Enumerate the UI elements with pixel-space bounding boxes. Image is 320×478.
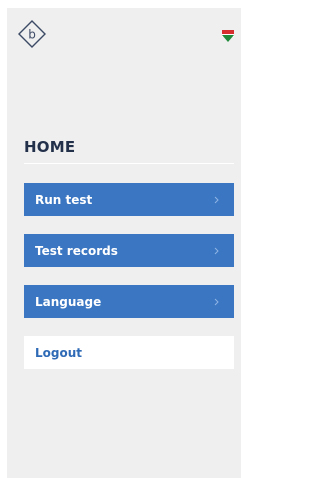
chevron-right-icon: [214, 298, 219, 305]
chevron-right-icon: [214, 247, 219, 254]
language-button[interactable]: Language: [24, 285, 234, 318]
logo-letter: b: [28, 28, 36, 42]
logout-label: Logout: [35, 345, 83, 360]
b-diamond-logo-icon: b: [18, 20, 46, 48]
logo[interactable]: b: [18, 20, 46, 48]
test-records-label: Test records: [35, 243, 118, 258]
run-test-button[interactable]: Run test: [24, 183, 234, 216]
title-divider: [24, 163, 234, 164]
flag-icon-graphic: [222, 30, 234, 42]
app-screen: b HOME Run test Test records Language Lo…: [7, 8, 241, 478]
page-title: HOME: [24, 138, 76, 156]
language-label: Language: [35, 294, 102, 309]
test-records-button[interactable]: Test records: [24, 234, 234, 267]
chevron-right-icon: [214, 196, 219, 203]
logout-button[interactable]: Logout: [24, 336, 234, 369]
run-test-label: Run test: [35, 192, 93, 207]
flag-icon[interactable]: [222, 27, 234, 42]
